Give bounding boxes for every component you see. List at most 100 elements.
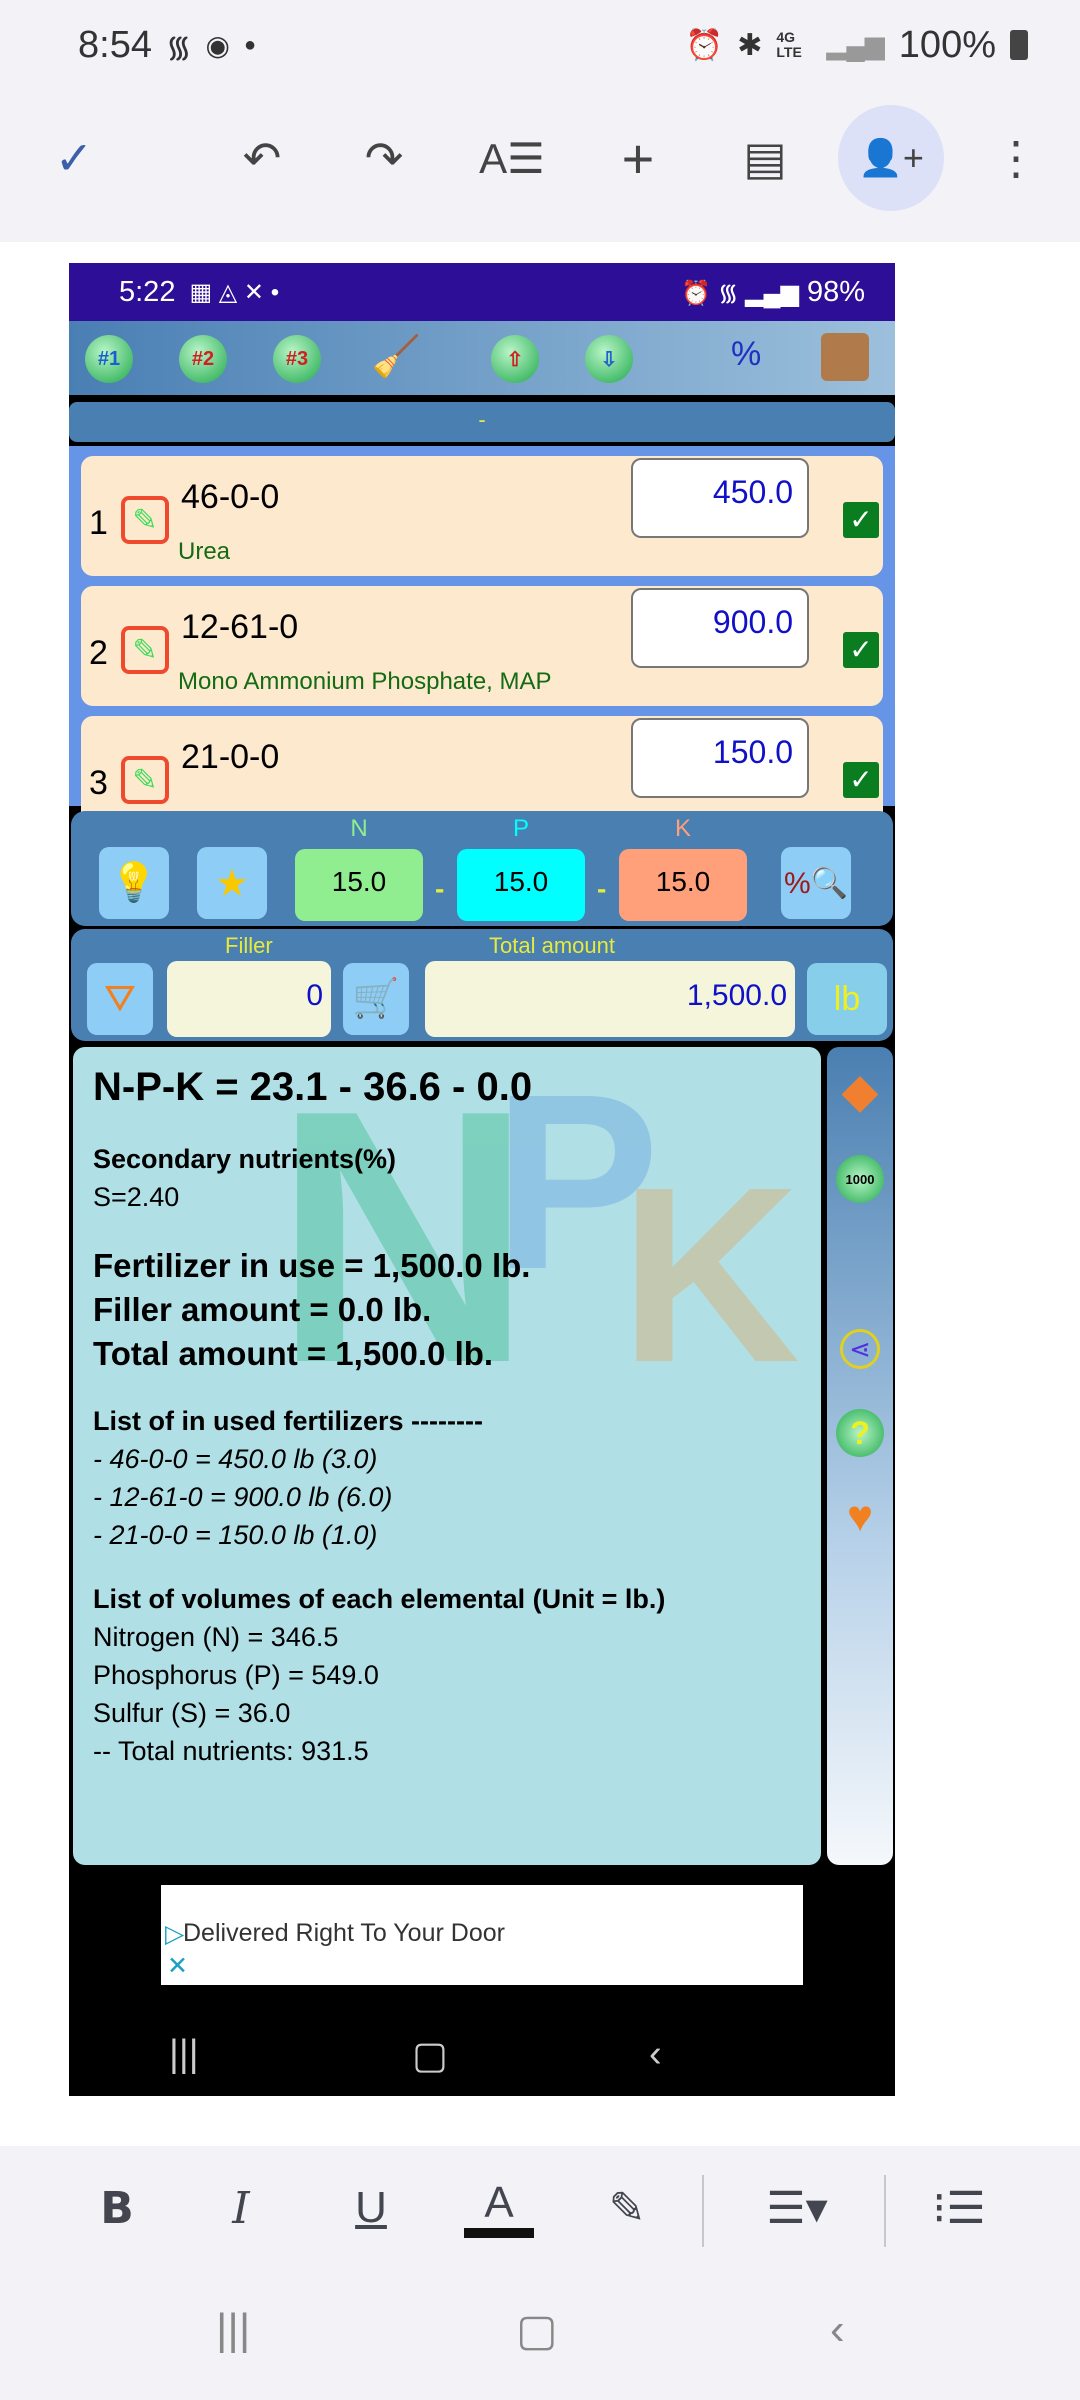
enabled-checkbox[interactable]: ✓: [843, 632, 879, 668]
ad-close-icon[interactable]: ✕: [167, 1951, 188, 1981]
volume-item: Nitrogen (N) = 346.5: [93, 1622, 339, 1652]
wifi-icon: ᯾: [165, 30, 192, 64]
fertilizer-code: 46-0-0: [181, 478, 280, 516]
signal-icon: ▂▄▆: [826, 29, 885, 60]
filler-label: Filler: [225, 933, 273, 958]
enabled-checkbox[interactable]: ✓: [843, 762, 879, 798]
help-button[interactable]: ?: [836, 1409, 884, 1457]
divider: [702, 2175, 704, 2247]
fertilizer-list[interactable]: 1 ✎ 46-0-0 Urea 450.0 ✓ 2 ✎ 12-61-0 Mono…: [69, 446, 895, 836]
k-input[interactable]: 15.0: [619, 849, 747, 921]
filler-amount: Filler amount = 0.0 lb.: [93, 1291, 432, 1328]
npk-result: N-P-K = 23.1 - 36.6 - 0.0: [93, 1065, 533, 1109]
cart-icon[interactable]: 🛒: [343, 963, 409, 1035]
embedded-screenshot[interactable]: 5:22 ▦ ◬ ✕ • ⏰ ᯾ ▂▄▆ 98% #1 #2 #3 🧹 ⇧ ⇩ …: [69, 263, 895, 2096]
amount-input[interactable]: 150.0: [631, 718, 809, 798]
text-color-button[interactable]: A: [464, 2178, 534, 2238]
inner-system-icons: ⏰ ᯾ ▂▄▆: [681, 279, 799, 307]
underline-button[interactable]: U: [336, 2178, 406, 2238]
amount-input[interactable]: 450.0: [631, 458, 809, 538]
fertilizer-row[interactable]: 1 ✎ 46-0-0 Urea 450.0 ✓: [81, 456, 883, 576]
inner-clock: 5:22: [119, 275, 176, 308]
share-icon[interactable]: ⋖: [840, 1329, 880, 1369]
fertilizer-code: 12-61-0: [181, 608, 299, 646]
app-toolbar: #1 #2 #3 🧹 ⇧ ⇩ %: [69, 321, 895, 395]
back-icon[interactable]: ‹: [830, 2305, 845, 2355]
ad-choices-icon[interactable]: ▷: [165, 1919, 184, 1949]
preset-3-button[interactable]: #3: [273, 335, 321, 383]
insert-icon[interactable]: +: [598, 118, 678, 198]
volume-item: Phosphorus (P) = 549.0: [93, 1660, 379, 1690]
filler-input[interactable]: 0: [167, 961, 331, 1037]
battery-label: 100%: [898, 23, 996, 66]
bluetooth-icon: ✱: [737, 28, 763, 62]
fertilizer-name: Mono Ammonium Phosphate, MAP: [178, 668, 552, 695]
fertilizer-code: 21-0-0: [181, 738, 280, 776]
unit-button[interactable]: lb: [807, 963, 887, 1035]
battery-icon: [1010, 30, 1028, 60]
upload-folder-icon[interactable]: ⇧: [491, 335, 539, 383]
edit-icon[interactable]: ✎: [121, 496, 169, 544]
results-panel: NPK N-P-K = 23.1 - 36.6 - 0.0 Secondary …: [73, 1047, 821, 1865]
diamond-icon[interactable]: ◆: [836, 1065, 884, 1118]
broom-icon[interactable]: 🧹: [371, 333, 421, 380]
redo-icon[interactable]: ↷: [344, 118, 424, 198]
fertilizer-row[interactable]: 2 ✎ 12-61-0 Mono Ammonium Phosphate, MAP…: [81, 586, 883, 706]
in-use-amount: Fertilizer in use = 1,500.0 lb.: [93, 1247, 531, 1284]
home-icon[interactable]: ▢: [516, 2305, 558, 2356]
leaf-icon[interactable]: ♥: [836, 1492, 884, 1541]
highlight-icon[interactable]: ✎: [592, 2178, 662, 2238]
text-format-icon[interactable]: A☰: [472, 118, 552, 198]
inner-battery: 98%: [806, 275, 865, 308]
inner-recents-icon: |||: [169, 2033, 199, 2075]
inner-back-icon: ‹: [649, 2033, 662, 2075]
percent-search-icon[interactable]: %🔍: [781, 847, 851, 919]
target-npk-panel: 💡 ★ N 15.0 - P 15.0 - K 15.0 %🔍: [71, 811, 893, 926]
bold-button[interactable]: B: [82, 2178, 152, 2238]
lightbulb-icon[interactable]: 💡: [99, 847, 169, 919]
row-index: 3: [89, 764, 108, 802]
inner-status-bar: 5:22 ▦ ◬ ✕ • ⏰ ᯾ ▂▄▆ 98%: [69, 263, 895, 321]
preset-1-button[interactable]: #1: [85, 335, 133, 383]
italic-button[interactable]: I: [206, 2178, 276, 2238]
clock: 8:54: [78, 23, 152, 66]
share-person-add-icon[interactable]: 👤+: [838, 105, 944, 211]
discord-icon: ◉: [205, 29, 230, 61]
ad-banner[interactable]: ▷ Delivered Right To Your Door ✕: [161, 1885, 803, 1985]
download-folder-icon[interactable]: ⇩: [585, 335, 633, 383]
filler-bucket-icon[interactable]: ⛛: [87, 963, 153, 1035]
bags-icon[interactable]: [821, 333, 869, 381]
total-amount-input[interactable]: 1,500.0: [425, 961, 795, 1037]
bullet-list-icon[interactable]: ⁝☰: [924, 2178, 994, 2238]
row-index: 2: [89, 634, 108, 672]
network-label: 4G LTE: [776, 29, 802, 60]
separator: -: [435, 873, 445, 904]
align-icon[interactable]: ☰▾: [752, 2178, 842, 2238]
amount-input[interactable]: 900.0: [631, 588, 809, 668]
undo-icon[interactable]: ↶: [222, 118, 302, 198]
comment-icon[interactable]: ▤: [725, 118, 805, 198]
volumes-title: List of volumes of each elemental (Unit …: [93, 1584, 666, 1614]
total-amount: Total amount = 1,500.0 lb.: [93, 1335, 494, 1372]
preset-2-button[interactable]: #2: [179, 335, 227, 383]
ad-text[interactable]: Delivered Right To Your Door: [183, 1919, 505, 1948]
k-label: K: [674, 815, 691, 842]
thousand-button[interactable]: 1000: [836, 1155, 884, 1203]
docs-toolbar: ✓ ↶ ↷ A☰ + ▤ 👤+ ⋮: [0, 105, 1080, 211]
edit-icon[interactable]: ✎: [121, 756, 169, 804]
recents-icon[interactable]: |||: [216, 2305, 250, 2355]
star-icon[interactable]: ★: [197, 847, 267, 919]
volume-item: Sulfur (S) = 36.0: [93, 1698, 291, 1728]
p-input[interactable]: 15.0: [457, 849, 585, 921]
more-vert-icon[interactable]: ⋮: [976, 118, 1056, 198]
side-toolbar: ◆ 1000 ⋖ ? ♥: [827, 1047, 893, 1865]
check-icon[interactable]: ✓: [34, 118, 114, 198]
n-input[interactable]: 15.0: [295, 849, 423, 921]
enabled-checkbox[interactable]: ✓: [843, 502, 879, 538]
divider: [884, 2175, 886, 2247]
edit-icon[interactable]: ✎: [121, 626, 169, 674]
fertilizer-name: Urea: [178, 538, 231, 565]
percent-view-icon[interactable]: %: [731, 335, 761, 374]
amount-panel: Filler Total amount ⛛ 0 🛒 1,500.0 lb: [71, 929, 893, 1041]
separator: -: [597, 873, 607, 904]
